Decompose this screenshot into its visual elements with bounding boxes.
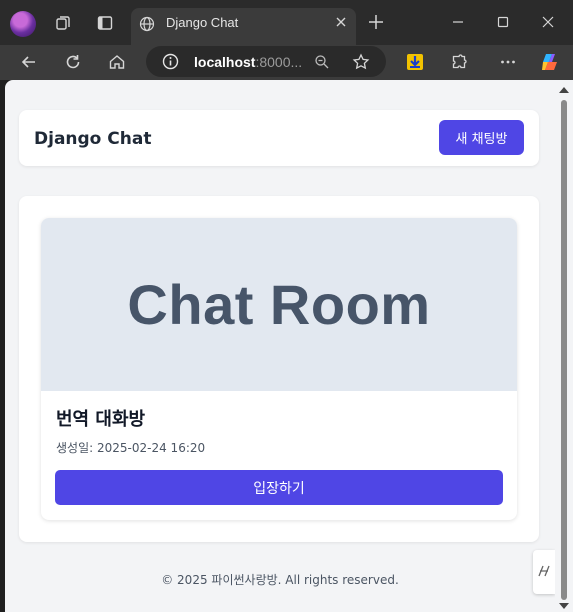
refresh-icon[interactable]: [64, 53, 82, 71]
tab-actions-icon[interactable]: [96, 14, 114, 32]
room-card: Chat Room 번역 대화방 생성일: 2025-02-24 16:20 입…: [41, 218, 517, 520]
address-text: localhost:8000...: [194, 54, 303, 70]
side-panel-toggle[interactable]: [533, 550, 555, 594]
scroll-thumb[interactable]: [561, 100, 567, 600]
window-close-icon[interactable]: [540, 14, 556, 30]
copilot-icon[interactable]: [540, 52, 560, 72]
scroll-up-arrow[interactable]: [559, 87, 569, 93]
room-image-text: Chat Room: [127, 273, 431, 336]
room-created-date: 생성일: 2025-02-24 16:20: [56, 439, 205, 456]
home-icon[interactable]: [108, 53, 126, 71]
active-tab[interactable]: Django Chat: [131, 8, 356, 45]
info-icon[interactable]: [162, 53, 179, 70]
side-panel-icon: [538, 565, 550, 577]
download-extension-icon[interactable]: [406, 53, 424, 71]
maximize-icon[interactable]: [495, 14, 511, 30]
back-icon[interactable]: [20, 53, 38, 71]
created-value: 2025-02-24 16:20: [97, 441, 206, 455]
site-brand[interactable]: Django Chat: [34, 129, 151, 149]
site-header: Django Chat 새 채팅방: [19, 110, 539, 166]
room-list-container: Chat Room 번역 대화방 생성일: 2025-02-24 16:20 입…: [19, 196, 539, 542]
browser-titlebar: Django Chat: [0, 0, 573, 45]
close-icon[interactable]: [334, 15, 348, 29]
plus-icon[interactable]: [368, 14, 384, 30]
collections-icon[interactable]: [54, 14, 72, 32]
new-room-button[interactable]: 새 채팅방: [439, 120, 524, 155]
browser-toolbar: localhost:8000...: [0, 45, 573, 80]
more-icon[interactable]: [499, 53, 517, 71]
tab-title: Django Chat: [166, 15, 239, 30]
zoom-icon[interactable]: [314, 54, 330, 70]
created-label: 생성일:: [56, 441, 94, 455]
extensions-icon[interactable]: [450, 53, 468, 71]
room-name: 번역 대화방: [56, 409, 146, 430]
globe-icon: [139, 16, 155, 32]
site-footer: © 2025 파이썬사랑방. All rights reserved.: [161, 573, 399, 587]
room-image: Chat Room: [41, 218, 517, 391]
address-bar[interactable]: localhost:8000...: [146, 46, 386, 77]
star-icon[interactable]: [352, 53, 370, 71]
minimize-icon[interactable]: [450, 14, 466, 30]
profile-avatar[interactable]: [10, 11, 36, 37]
enter-room-button[interactable]: 입장하기: [55, 470, 503, 505]
page-viewport: Django Chat 새 채팅방 Chat Room 번역 대화방 생성일: …: [5, 80, 555, 612]
scroll-down-arrow[interactable]: [559, 603, 569, 609]
